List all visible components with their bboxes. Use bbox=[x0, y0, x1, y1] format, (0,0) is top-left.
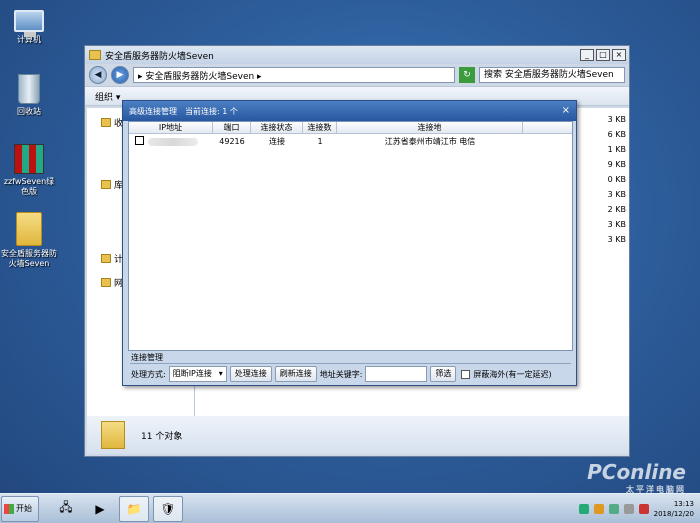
desktop-icon-recycle-bin[interactable]: 回收站 bbox=[0, 74, 58, 117]
desktop-icon-label: 回收站 bbox=[17, 107, 41, 116]
file-size: 3 KB bbox=[607, 235, 626, 244]
connection-count: 当前连接: 1 个 bbox=[185, 106, 238, 116]
dialog-titlebar[interactable]: 高级连接管理 当前连接: 1 个 × bbox=[123, 101, 576, 121]
col-extra bbox=[523, 122, 572, 133]
computer-icon bbox=[101, 254, 111, 263]
col-port[interactable]: 端口 bbox=[213, 122, 251, 133]
row-checkbox[interactable] bbox=[135, 135, 144, 145]
address-bar-row: ◀ ▶ ▸ 安全盾服务器防火墙Seven ▸ ↻ 搜索 安全盾服务器防火墙Sev… bbox=[85, 64, 629, 86]
connection-management-group: 连接管理 处理方式: 阻断IP连接 处理连接 刷新连接 地址关键字: 筛选 屏蔽… bbox=[128, 353, 573, 385]
col-ip[interactable]: IP地址 bbox=[129, 122, 213, 133]
server-manager-icon[interactable]: 🖧 bbox=[51, 496, 81, 522]
alert-tray-icon[interactable] bbox=[638, 504, 649, 514]
powershell-icon[interactable]: ▶ bbox=[85, 496, 115, 522]
folder-icon bbox=[16, 212, 42, 246]
handle-connection-button[interactable]: 处理连接 bbox=[229, 366, 272, 382]
file-size: 3 KB bbox=[607, 115, 626, 124]
network-icon bbox=[101, 278, 111, 287]
search-input[interactable]: 搜索 安全盾服务器防火墙Seven bbox=[479, 67, 625, 83]
desktop-icon-label: zzfwSeven绿色版 bbox=[3, 177, 55, 196]
maximize-button[interactable]: □ bbox=[596, 49, 610, 61]
mode-select[interactable]: 阻断IP连接 bbox=[168, 366, 227, 382]
explorer-taskbar-icon[interactable]: 📁 bbox=[119, 495, 149, 522]
shield-overseas-label: 屏蔽海外(有一定延迟) bbox=[473, 369, 552, 379]
watermark-logo: PConline 太平洋电脑网 bbox=[587, 460, 686, 495]
keyword-input[interactable] bbox=[365, 366, 428, 382]
refresh-icon[interactable]: ↻ bbox=[459, 67, 475, 83]
file-size: 2 KB bbox=[607, 205, 626, 214]
system-tray: 13:13 2018/12/20 bbox=[578, 496, 698, 522]
address-text: ▸ 安全盾服务器防火墙Seven ▸ bbox=[138, 71, 262, 82]
shield-overseas-checkbox[interactable] bbox=[461, 369, 471, 379]
filter-button[interactable]: 筛选 bbox=[430, 366, 457, 382]
port-cell: 49216 bbox=[219, 136, 245, 146]
keyword-label: 地址关键字: bbox=[319, 369, 363, 379]
archive-icon bbox=[14, 144, 44, 174]
dialog-title: 高级连接管理 bbox=[129, 106, 177, 116]
address-field[interactable]: ▸ 安全盾服务器防火墙Seven ▸ bbox=[133, 67, 455, 83]
clock-date: 2018/12/20 bbox=[653, 510, 694, 518]
desktop-icon-firewall-folder[interactable]: 安全盾服务器防火墙Seven bbox=[0, 212, 58, 269]
size-column: 3 KB 6 KB 1 KB 9 KB 0 KB 3 KB 2 KB 3 KB … bbox=[606, 112, 626, 247]
item-count: 11 个对象 bbox=[141, 431, 183, 442]
clock[interactable]: 13:13 2018/12/20 bbox=[654, 499, 698, 519]
nav-item-computer[interactable]: 计 bbox=[101, 252, 123, 265]
count-cell: 1 bbox=[317, 136, 323, 146]
clock-time: 13:13 bbox=[673, 500, 694, 508]
star-icon bbox=[101, 118, 111, 127]
windows-flag-icon bbox=[4, 503, 14, 514]
details-pane: 11 个对象 bbox=[87, 416, 629, 454]
group-label: 连接管理 bbox=[131, 353, 163, 362]
organize-menu[interactable]: 组织 ▾ bbox=[95, 90, 120, 103]
file-size: 6 KB bbox=[607, 130, 626, 139]
desktop-icon-label: 安全盾服务器防火墙Seven bbox=[1, 249, 57, 268]
taskbar: 开始 🖧 ▶ 📁 🛡 13:13 2018/12/20 bbox=[0, 493, 700, 523]
connection-manager-dialog: 高级连接管理 当前连接: 1 个 × IP地址 端口 连接状态 连接数 连接地 … bbox=[122, 100, 577, 386]
nav-item-network[interactable]: 网 bbox=[101, 276, 123, 289]
recycle-bin-icon bbox=[18, 74, 40, 104]
minimize-button[interactable]: _ bbox=[580, 49, 594, 61]
forward-button[interactable]: ▶ bbox=[111, 66, 129, 84]
explorer-title: 安全盾服务器防火墙Seven bbox=[105, 51, 214, 62]
watermark-brand: PConline bbox=[587, 460, 686, 484]
close-icon[interactable]: × bbox=[562, 105, 570, 116]
mode-label: 处理方式: bbox=[131, 369, 166, 379]
file-size: 0 KB bbox=[607, 175, 626, 184]
folder-icon bbox=[101, 421, 125, 449]
nav-item-libraries[interactable]: 库 bbox=[101, 178, 123, 191]
ip-cell bbox=[129, 135, 213, 147]
desktop-icon-zzfwseven[interactable]: zzfwSeven绿色版 bbox=[0, 144, 58, 197]
close-button[interactable]: × bbox=[612, 49, 626, 61]
col-count[interactable]: 连接数 bbox=[303, 122, 337, 133]
computer-icon bbox=[14, 10, 44, 37]
location-cell: 江苏省泰州市靖江市 电信 bbox=[384, 136, 476, 146]
table-row[interactable]: 49216 连接 1 江苏省泰州市靖江市 电信 bbox=[129, 134, 572, 148]
folder-icon bbox=[89, 50, 101, 60]
start-button[interactable]: 开始 bbox=[1, 495, 39, 522]
file-size: 3 KB bbox=[607, 190, 626, 199]
col-status[interactable]: 连接状态 bbox=[251, 122, 303, 133]
back-button[interactable]: ◀ bbox=[89, 66, 107, 84]
status-cell: 连接 bbox=[269, 136, 285, 146]
file-size: 3 KB bbox=[607, 220, 626, 229]
volume-tray-icon[interactable] bbox=[623, 504, 634, 514]
table-header: IP地址 端口 连接状态 连接数 连接地 bbox=[129, 122, 572, 134]
shield-tray-icon[interactable] bbox=[578, 504, 589, 514]
firewall-taskbar-icon[interactable]: 🛡 bbox=[153, 495, 183, 522]
explorer-titlebar[interactable]: 安全盾服务器防火墙Seven _ □ × bbox=[85, 46, 629, 64]
connections-table[interactable]: IP地址 端口 连接状态 连接数 连接地 49216 连接 1 江苏省泰州市靖江… bbox=[128, 121, 573, 351]
network-tray-icon[interactable] bbox=[608, 504, 619, 514]
file-size: 9 KB bbox=[607, 160, 626, 169]
redacted-ip bbox=[148, 138, 198, 146]
desktop-icon-computer[interactable]: 计算机 bbox=[0, 6, 58, 45]
start-label: 开始 bbox=[16, 504, 32, 513]
file-size: 1 KB bbox=[607, 145, 626, 154]
col-location[interactable]: 连接地 bbox=[337, 122, 523, 133]
library-icon bbox=[101, 180, 111, 189]
flag-tray-icon[interactable] bbox=[593, 504, 604, 514]
refresh-connection-button[interactable]: 刷新连接 bbox=[274, 366, 317, 382]
nav-item-favorites[interactable]: 收 bbox=[101, 116, 123, 129]
